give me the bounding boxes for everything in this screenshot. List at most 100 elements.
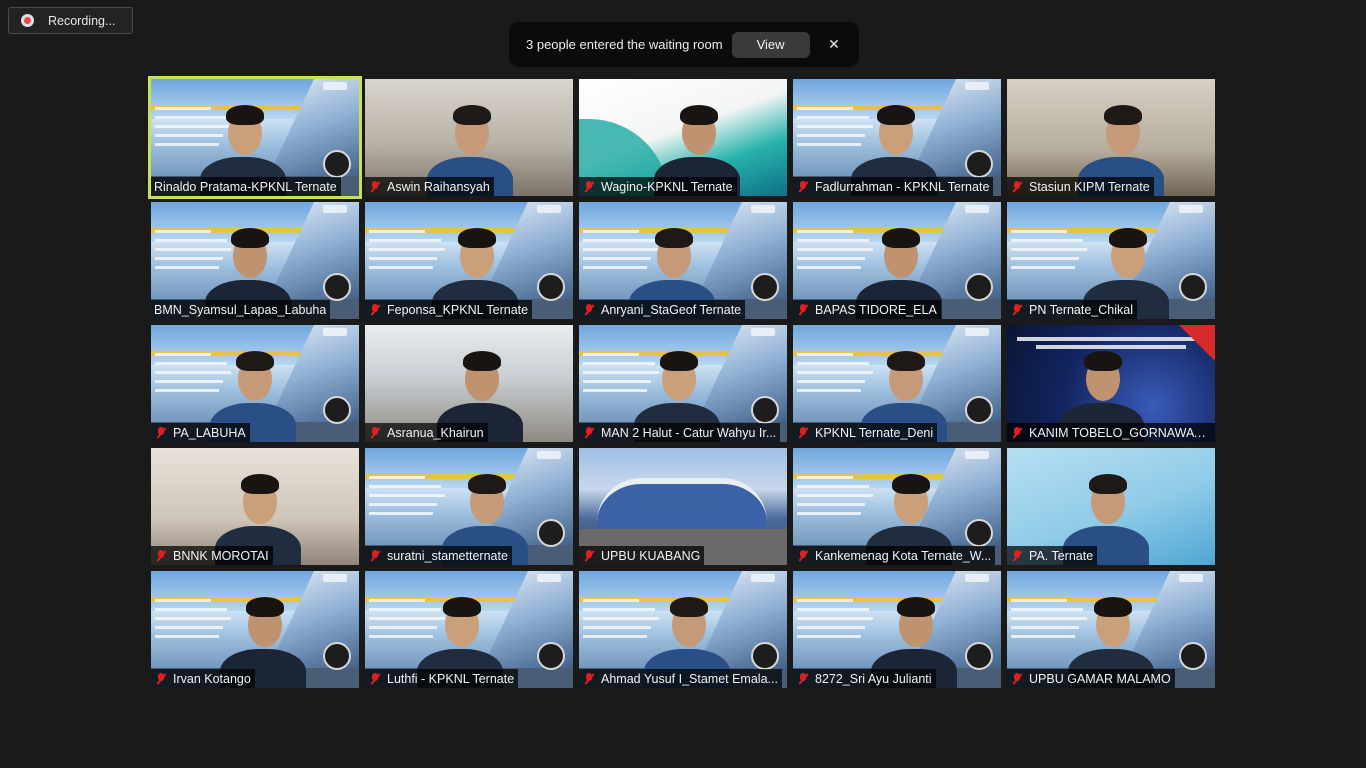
muted-microphone-icon xyxy=(582,549,596,563)
participant-tile[interactable]: Irvan Kotango xyxy=(151,571,359,688)
close-icon[interactable]: ✕ xyxy=(825,35,843,53)
participant-name: Rinaldo Pratama-KPKNL Ternate xyxy=(154,179,337,194)
participant-name: PA. Ternate xyxy=(1029,548,1094,563)
participant-name-label: UPBU KUABANG xyxy=(579,546,705,565)
participant-name: BNNK MOROTAI xyxy=(173,548,269,563)
muted-microphone-icon xyxy=(154,672,168,686)
participant-name: PA_LABUHA xyxy=(173,425,246,440)
participant-tile[interactable]: Rinaldo Pratama-KPKNL Ternate xyxy=(148,76,362,199)
participant-name-label: Luthfi - KPKNL Ternate xyxy=(365,669,519,688)
muted-microphone-icon xyxy=(796,303,810,317)
participant-tile[interactable]: Stasiun KIPM Ternate xyxy=(1007,79,1215,196)
participant-name: Fadlurrahman - KPKNL Ternate xyxy=(815,179,990,194)
participant-name-label: Asranua_Khairun xyxy=(365,423,488,442)
participant-tile[interactable]: KANIM TOBELO_GORNAWATI ... xyxy=(1007,325,1215,442)
participant-tile[interactable]: Aswin Raihansyah xyxy=(365,79,573,196)
participant-name: Ahmad Yusuf I_Stamet Emala... xyxy=(601,671,778,686)
muted-microphone-icon xyxy=(582,303,596,317)
participant-tile[interactable]: Fadlurrahman - KPKNL Ternate xyxy=(793,79,1001,196)
muted-microphone-icon xyxy=(368,180,382,194)
participant-tile[interactable]: UPBU KUABANG xyxy=(579,448,787,565)
participant-name: KPKNL Ternate_Deni xyxy=(815,425,934,440)
muted-microphone-icon xyxy=(368,672,382,686)
participant-name: suratni_stametternate xyxy=(387,548,508,563)
participant-name-label: KPKNL Ternate_Deni xyxy=(793,423,938,442)
muted-microphone-icon xyxy=(582,672,596,686)
participant-tile[interactable]: PA_LABUHA xyxy=(151,325,359,442)
participant-name-label: KANIM TOBELO_GORNAWATI ... xyxy=(1007,423,1215,442)
muted-microphone-icon xyxy=(796,180,810,194)
participant-name: PN Ternate_Chikal xyxy=(1029,302,1133,317)
participant-name-label: Kankemenag Kota Ternate_W... xyxy=(793,546,996,565)
participant-name-label: BAPAS TIDORE_ELA xyxy=(793,300,941,319)
participant-name-label: Ahmad Yusuf I_Stamet Emala... xyxy=(579,669,782,688)
participant-tile[interactable]: BMN_Syamsul_Lapas_Labuha xyxy=(151,202,359,319)
participant-name: Stasiun KIPM Ternate xyxy=(1029,179,1150,194)
participant-tile[interactable]: suratni_stametternate xyxy=(365,448,573,565)
muted-microphone-icon xyxy=(796,426,810,440)
participant-tile[interactable]: KPKNL Ternate_Deni xyxy=(793,325,1001,442)
participant-tile[interactable]: 8272_Sri Ayu Julianti xyxy=(793,571,1001,688)
participant-tile[interactable]: PA. Ternate xyxy=(1007,448,1215,565)
participant-name-label: Rinaldo Pratama-KPKNL Ternate xyxy=(151,177,341,196)
participant-tile[interactable]: Anryani_StaGeof Ternate xyxy=(579,202,787,319)
participant-tile[interactable]: PN Ternate_Chikal xyxy=(1007,202,1215,319)
record-icon xyxy=(21,14,34,27)
participant-name-label: PA. Ternate xyxy=(1007,546,1098,565)
participant-name-label: BMN_Syamsul_Lapas_Labuha xyxy=(151,300,331,319)
participant-name: Luthfi - KPKNL Ternate xyxy=(387,671,515,686)
participant-tile[interactable]: Luthfi - KPKNL Ternate xyxy=(365,571,573,688)
participant-name-label: Anryani_StaGeof Ternate xyxy=(579,300,746,319)
participant-tile[interactable]: Wagino-KPKNL Ternate xyxy=(579,79,787,196)
muted-microphone-icon xyxy=(1010,303,1024,317)
muted-microphone-icon xyxy=(368,426,382,440)
participant-name-label: MAN 2 Halut - Catur Wahyu Ir... xyxy=(579,423,781,442)
participant-name-label: Stasiun KIPM Ternate xyxy=(1007,177,1154,196)
participant-name-label: 8272_Sri Ayu Julianti xyxy=(793,669,936,688)
participant-name: Kankemenag Kota Ternate_W... xyxy=(815,548,992,563)
participant-name: 8272_Sri Ayu Julianti xyxy=(815,671,932,686)
participant-tile[interactable]: Feponsa_KPKNL Ternate xyxy=(365,202,573,319)
muted-microphone-icon xyxy=(1010,426,1024,440)
participant-tile[interactable]: BNNK MOROTAI xyxy=(151,448,359,565)
participant-tile[interactable]: Ahmad Yusuf I_Stamet Emala... xyxy=(579,571,787,688)
recording-indicator[interactable]: Recording... xyxy=(8,7,133,34)
muted-microphone-icon xyxy=(368,549,382,563)
participant-name-label: PN Ternate_Chikal xyxy=(1007,300,1137,319)
participant-name-label: Fadlurrahman - KPKNL Ternate xyxy=(793,177,994,196)
waiting-room-notification: 3 people entered the waiting room View ✕ xyxy=(509,22,859,67)
participant-tile[interactable]: BAPAS TIDORE_ELA xyxy=(793,202,1001,319)
muted-microphone-icon xyxy=(154,426,168,440)
participant-name: Irvan Kotango xyxy=(173,671,251,686)
participant-name: Aswin Raihansyah xyxy=(387,179,490,194)
muted-microphone-icon xyxy=(1010,549,1024,563)
participant-name-label: BNNK MOROTAI xyxy=(151,546,273,565)
participant-name: MAN 2 Halut - Catur Wahyu Ir... xyxy=(601,425,777,440)
recording-label: Recording... xyxy=(48,13,116,28)
participant-tile[interactable]: Kankemenag Kota Ternate_W... xyxy=(793,448,1001,565)
muted-microphone-icon xyxy=(796,672,810,686)
participant-name: Anryani_StaGeof Ternate xyxy=(601,302,742,317)
muted-microphone-icon xyxy=(582,180,596,194)
participant-name: BAPAS TIDORE_ELA xyxy=(815,302,937,317)
participant-name-label: suratni_stametternate xyxy=(365,546,512,565)
participant-name: UPBU GAMAR MALAMO xyxy=(1029,671,1171,686)
meeting-window: Recording... 3 people entered the waitin… xyxy=(0,0,1366,768)
participant-name: Feponsa_KPKNL Ternate xyxy=(387,302,529,317)
participant-name: BMN_Syamsul_Lapas_Labuha xyxy=(154,302,327,317)
participant-name-label: Aswin Raihansyah xyxy=(365,177,494,196)
participant-name-label: Feponsa_KPKNL Ternate xyxy=(365,300,533,319)
participant-tile[interactable]: MAN 2 Halut - Catur Wahyu Ir... xyxy=(579,325,787,442)
muted-microphone-icon xyxy=(154,549,168,563)
participant-tile[interactable]: Asranua_Khairun xyxy=(365,325,573,442)
participant-tile[interactable]: UPBU GAMAR MALAMO xyxy=(1007,571,1215,688)
participant-name: Asranua_Khairun xyxy=(387,425,484,440)
notification-message: 3 people entered the waiting room xyxy=(526,37,723,52)
view-waiting-room-button[interactable]: View xyxy=(731,31,810,58)
participant-name-label: PA_LABUHA xyxy=(151,423,250,442)
participant-name-label: Wagino-KPKNL Ternate xyxy=(579,177,737,196)
gallery-grid: Rinaldo Pratama-KPKNL Ternate Aswin Raiha… xyxy=(148,76,1218,690)
muted-microphone-icon xyxy=(368,303,382,317)
participant-name: UPBU KUABANG xyxy=(601,548,701,563)
muted-microphone-icon xyxy=(582,426,596,440)
